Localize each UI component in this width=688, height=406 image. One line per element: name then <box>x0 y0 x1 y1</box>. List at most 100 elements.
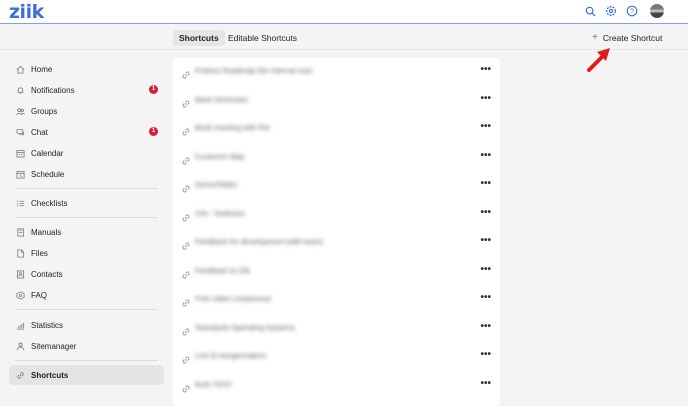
sidebar-item-label: Statistics <box>31 320 64 330</box>
sidebar-item-contacts[interactable]: Contacts <box>9 264 164 284</box>
more-options-icon[interactable]: ••• <box>480 292 491 303</box>
sidebar-item-groups[interactable]: Groups <box>9 101 164 121</box>
avatar[interactable] <box>650 4 664 18</box>
link-icon <box>181 381 191 393</box>
shortcut-title[interactable]: Book meeting with Per <box>195 123 270 132</box>
more-options-icon[interactable]: ••• <box>480 150 491 161</box>
shortcut-title[interactable]: Free video compressor <box>195 294 272 303</box>
create-shortcut-label: Create Shortcut <box>602 33 663 43</box>
sidebar-item-label: Shortcuts <box>31 370 69 380</box>
statistics-icon <box>15 320 25 330</box>
link-icon <box>181 67 191 79</box>
more-options-icon[interactable]: ••• <box>480 207 491 218</box>
shortcut-title[interactable]: Product Roadmap (for internal use) <box>195 66 312 75</box>
list-item[interactable]: Product Roadmap (for internal use) ••• <box>173 58 500 86</box>
shortcut-title[interactable]: Ruth TEST <box>195 380 232 389</box>
more-options-icon[interactable]: ••• <box>480 349 491 360</box>
shortcut-title[interactable]: Feedback for development (with team) <box>195 237 323 246</box>
sidebar-item-label: Groups <box>31 106 58 116</box>
sidebar-item-files[interactable]: Files <box>9 243 164 263</box>
sidebar-item-label: Checklists <box>31 198 68 208</box>
list-item[interactable]: Feedback to Ziik ••• <box>173 258 500 286</box>
contacts-icon <box>15 269 25 279</box>
sidebar-item-home[interactable]: Home <box>9 59 164 79</box>
more-options-icon[interactable]: ••• <box>480 378 491 389</box>
sidebar-item-shortcuts[interactable]: Shortcuts <box>9 365 164 385</box>
sidebar-item-schedule[interactable]: Schedule <box>9 164 164 184</box>
header-icons: ? <box>583 4 664 18</box>
list-item[interactable]: Ruth TEST ••• <box>173 372 500 400</box>
sidebar-item-calendar[interactable]: Calendar <box>9 143 164 163</box>
link-icon <box>15 370 25 380</box>
sidebar-item-label: Files <box>31 248 48 258</box>
sidebar-item-checklists[interactable]: Checklists <box>9 193 164 213</box>
sitemanager-icon <box>15 341 25 351</box>
shortcut-title[interactable]: CRI - Redmine <box>195 209 245 218</box>
sidebar: Home Notifications 1 Groups Chat 1 Calen… <box>0 51 170 406</box>
shortcut-title[interactable]: Link til mergermakers <box>195 351 267 360</box>
gear-icon[interactable] <box>604 4 618 18</box>
calendar-icon <box>15 148 25 158</box>
link-icon <box>181 267 191 279</box>
tab-editable-shortcuts[interactable]: Editable Shortcuts <box>222 30 303 46</box>
list-item[interactable]: Standards Operating Systems ••• <box>173 315 500 343</box>
more-options-icon[interactable]: ••• <box>480 321 491 332</box>
shortcut-title[interactable]: Bank Generator <box>195 95 248 104</box>
more-options-icon[interactable]: ••• <box>480 121 491 132</box>
more-options-icon[interactable]: ••• <box>480 264 491 275</box>
link-icon <box>181 96 191 108</box>
link-icon <box>181 324 191 336</box>
sidebar-item-label: Notifications <box>31 85 75 95</box>
chat-badge: 1 <box>149 127 158 136</box>
shortcut-title[interactable]: Demo/Slides <box>195 180 238 189</box>
more-options-icon[interactable]: ••• <box>480 64 491 75</box>
search-icon[interactable] <box>583 4 597 18</box>
shortcut-title[interactable]: Customer Map <box>195 152 244 161</box>
svg-text:?: ? <box>630 9 634 16</box>
more-options-icon[interactable]: ••• <box>480 178 491 189</box>
tab-shortcuts[interactable]: Shortcuts <box>173 30 225 46</box>
list-item[interactable]: CRI - Redmine ••• <box>173 201 500 229</box>
link-icon <box>181 181 191 193</box>
schedule-icon <box>15 169 25 179</box>
help-icon[interactable]: ? <box>625 4 639 18</box>
list-item[interactable]: Demo/Slides ••• <box>173 172 500 200</box>
faq-icon <box>15 290 25 300</box>
sidebar-item-sitemanager[interactable]: Sitemanager <box>9 336 164 356</box>
sidebar-item-faq[interactable]: FAQ <box>9 285 164 305</box>
chat-icon <box>15 127 25 137</box>
list-item[interactable]: Link til mergermakers ••• <box>173 343 500 371</box>
sidebar-divider <box>15 309 158 310</box>
shortcut-title[interactable]: Feedback to Ziik <box>195 266 250 275</box>
plus-icon: + <box>592 32 598 43</box>
top-bar: ziik ? <box>0 0 688 24</box>
create-shortcut-button[interactable]: + Create Shortcut <box>592 30 662 46</box>
sidebar-divider <box>15 217 158 218</box>
annotation-arrow-icon <box>587 48 610 72</box>
checklist-icon <box>15 198 25 208</box>
sidebar-item-manuals[interactable]: Manuals <box>9 222 164 242</box>
sidebar-item-label: Calendar <box>31 148 64 158</box>
link-icon <box>181 352 191 364</box>
sidebar-item-label: Manuals <box>31 227 62 237</box>
link-icon <box>181 238 191 250</box>
link-icon <box>181 153 191 165</box>
manual-icon <box>15 227 25 237</box>
app-logo[interactable]: ziik <box>9 2 44 22</box>
list-item[interactable]: Customer Map ••• <box>173 144 500 172</box>
list-item[interactable]: Free video compressor ••• <box>173 286 500 314</box>
shortcut-title[interactable]: Standards Operating Systems <box>195 323 295 332</box>
sidebar-item-statistics[interactable]: Statistics <box>9 315 164 335</box>
link-icon <box>181 295 191 307</box>
more-options-icon[interactable]: ••• <box>480 235 491 246</box>
list-item[interactable]: Book meeting with Per ••• <box>173 115 500 143</box>
link-icon <box>181 124 191 136</box>
sidebar-item-label: Contacts <box>31 269 63 279</box>
sidebar-divider <box>15 360 158 361</box>
notification-badge: 1 <box>149 85 158 94</box>
sidebar-item-chat[interactable]: Chat 1 <box>9 122 164 142</box>
list-item[interactable]: Bank Generator ••• <box>173 87 500 115</box>
more-options-icon[interactable]: ••• <box>480 93 491 104</box>
list-item[interactable]: Feedback for development (with team) ••• <box>173 229 500 257</box>
sidebar-item-notifications[interactable]: Notifications 1 <box>9 80 164 100</box>
